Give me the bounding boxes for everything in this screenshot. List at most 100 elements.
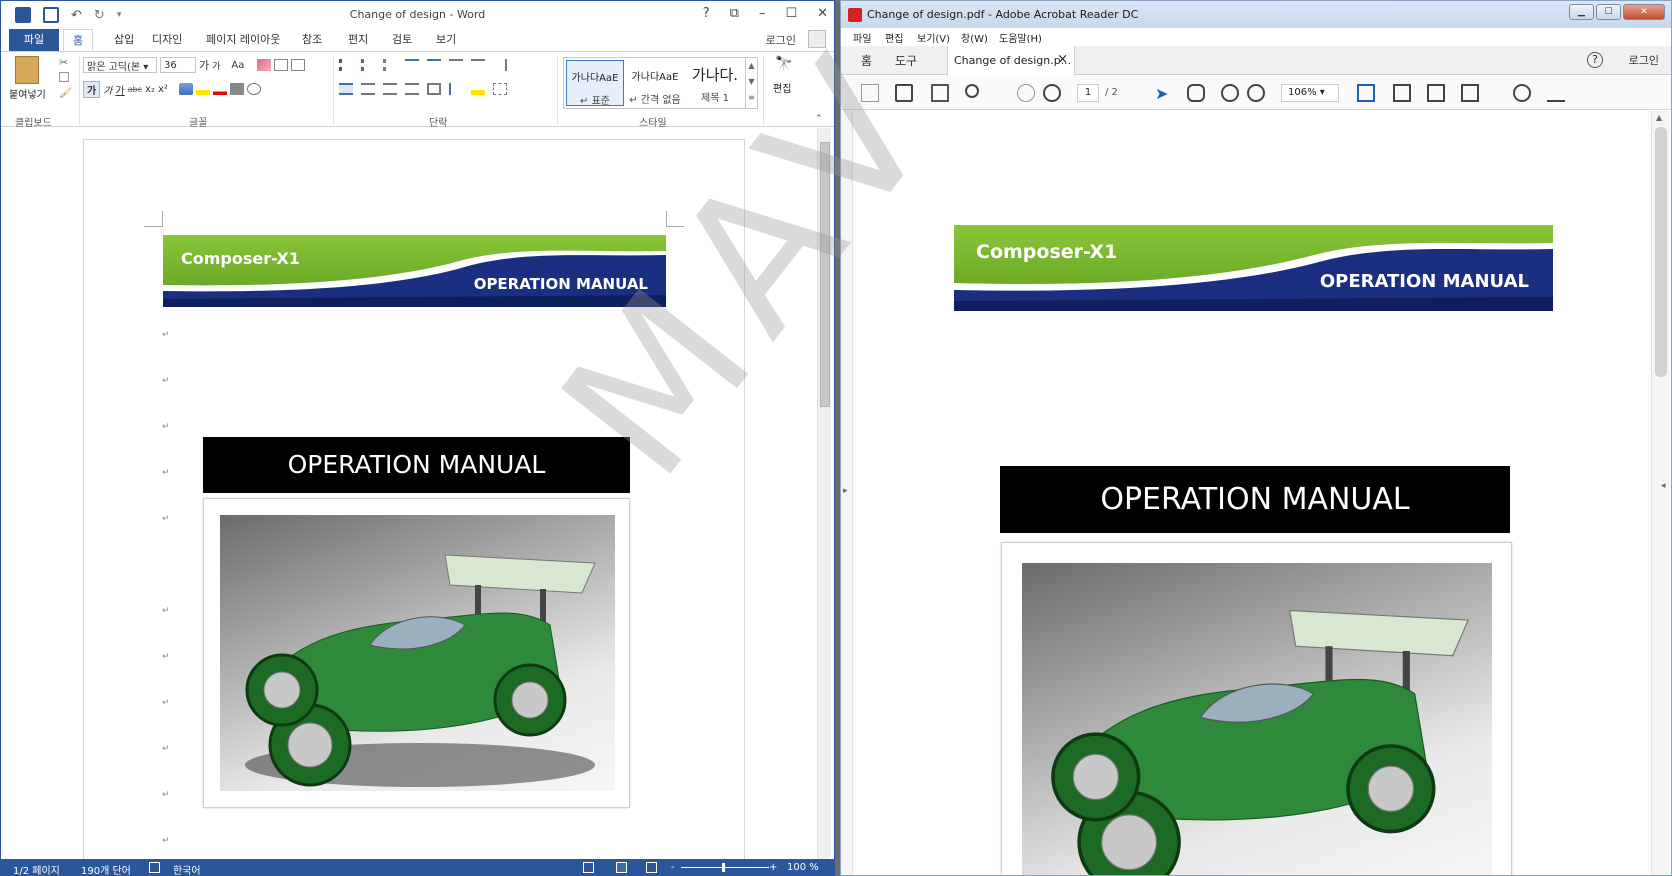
tab-file[interactable]: 파일 bbox=[9, 29, 59, 51]
shrink-font-button[interactable]: 가 bbox=[212, 59, 220, 72]
find-icon[interactable]: 🔭 bbox=[775, 56, 792, 72]
left-panel-toggle[interactable]: ▸ bbox=[841, 111, 853, 875]
minimize-button[interactable]: – bbox=[759, 6, 766, 21]
zoom-slider-thumb[interactable] bbox=[722, 863, 725, 872]
collapse-ribbon-icon[interactable]: ⌃ bbox=[815, 114, 823, 124]
style-heading-1[interactable]: 가나다. 제목 1 bbox=[686, 60, 744, 106]
enclose-char-icon[interactable] bbox=[246, 83, 261, 95]
close-button[interactable]: ✕ bbox=[817, 6, 828, 21]
tab-home[interactable]: 홈 bbox=[861, 52, 872, 69]
copy-icon[interactable] bbox=[59, 72, 69, 82]
bold-button[interactable]: 가 bbox=[83, 80, 101, 98]
change-case-button[interactable]: Aa bbox=[231, 60, 244, 71]
prev-page-icon[interactable] bbox=[1017, 84, 1035, 102]
line-spacing-icon[interactable] bbox=[449, 83, 463, 95]
superscript-button[interactable]: x² bbox=[158, 84, 168, 95]
font-name-combo[interactable]: 맑은 고딕(본 ▾ bbox=[83, 57, 157, 73]
search-icon[interactable] bbox=[965, 84, 979, 98]
word-count[interactable]: 190개 단어 bbox=[81, 862, 131, 875]
numbering-icon[interactable] bbox=[361, 59, 375, 71]
highlight-icon[interactable] bbox=[195, 83, 210, 95]
sign-icon[interactable] bbox=[1547, 84, 1565, 102]
italic-button[interactable]: 가 bbox=[103, 82, 112, 97]
fit-width-icon[interactable] bbox=[1393, 84, 1411, 102]
show-marks-icon[interactable] bbox=[493, 59, 507, 71]
read-mode-icon[interactable] bbox=[583, 862, 594, 873]
multilevel-list-icon[interactable] bbox=[383, 59, 397, 71]
text-effects-icon[interactable] bbox=[178, 83, 193, 95]
align-right-icon[interactable] bbox=[383, 83, 397, 95]
increase-indent-icon[interactable] bbox=[427, 59, 441, 71]
underline-button[interactable]: 가 bbox=[115, 82, 124, 97]
expand-left-panel-icon[interactable]: ▸ bbox=[843, 486, 848, 496]
decrease-indent-icon[interactable] bbox=[405, 59, 419, 71]
page-number-input[interactable]: 1 bbox=[1077, 84, 1099, 102]
close-button[interactable]: ✕ bbox=[1623, 4, 1665, 20]
tab-home[interactable]: 홈 bbox=[63, 29, 94, 51]
style-no-spacing[interactable]: 가나다AaE ↵ 간격 없음 bbox=[626, 60, 684, 106]
tab-review[interactable]: 검토 bbox=[383, 29, 421, 51]
grow-font-button[interactable]: 가 bbox=[199, 57, 209, 73]
minimize-button[interactable]: ▁ bbox=[1569, 4, 1594, 20]
paste-button[interactable]: 붙여넣기 bbox=[9, 86, 46, 101]
zoom-combo[interactable]: 106% ▾ bbox=[1281, 84, 1339, 102]
menu-file[interactable]: 파일 bbox=[853, 30, 871, 45]
vertical-scrollbar[interactable] bbox=[817, 128, 831, 859]
phonetic-guide-icon[interactable] bbox=[274, 59, 289, 71]
print-layout-icon[interactable] bbox=[616, 862, 627, 873]
zoom-in-icon[interactable] bbox=[1247, 84, 1265, 102]
subscript-button[interactable]: x₂ bbox=[145, 84, 155, 95]
tab-document[interactable]: Change of design.p... × bbox=[947, 46, 1075, 76]
sort-icon[interactable] bbox=[471, 59, 485, 71]
menu-view[interactable]: 보기(V) bbox=[917, 30, 950, 45]
avatar[interactable] bbox=[808, 30, 826, 48]
shading-icon[interactable] bbox=[471, 83, 485, 95]
car-picture-frame[interactable] bbox=[203, 498, 630, 808]
header-banner[interactable]: Composer-X1 OPERATION MANUAL bbox=[163, 235, 666, 307]
maximize-button[interactable]: ☐ bbox=[1596, 4, 1621, 20]
tab-design[interactable]: 디자인 bbox=[143, 29, 191, 51]
print-icon[interactable] bbox=[895, 84, 913, 102]
fit-page-icon[interactable] bbox=[1357, 84, 1375, 102]
scrollbar-thumb[interactable] bbox=[1655, 127, 1667, 377]
edit-button[interactable]: 편집 bbox=[773, 80, 791, 95]
hand-tool-icon[interactable] bbox=[1187, 84, 1205, 102]
web-layout-icon[interactable] bbox=[646, 862, 657, 873]
scroll-mode-icon[interactable] bbox=[1461, 84, 1479, 102]
zoom-slider[interactable] bbox=[681, 867, 769, 868]
operation-manual-title[interactable]: OPERATION MANUAL bbox=[203, 437, 630, 493]
format-painter-icon[interactable]: 🖌 bbox=[59, 88, 72, 99]
zoom-out-icon[interactable] bbox=[1221, 84, 1239, 102]
align-left-icon[interactable] bbox=[339, 83, 353, 95]
char-border-icon[interactable] bbox=[291, 59, 306, 71]
page-count[interactable]: 1/2 페이지 bbox=[13, 862, 60, 875]
justify-icon[interactable] bbox=[405, 83, 419, 95]
expand-right-panel-icon[interactable]: ◂ bbox=[1661, 481, 1666, 491]
save-icon[interactable] bbox=[861, 84, 879, 102]
zoom-out-button[interactable]: - bbox=[671, 862, 675, 873]
comment-icon[interactable] bbox=[1513, 84, 1531, 102]
proofing-icon[interactable] bbox=[149, 862, 160, 873]
strikethrough-button[interactable]: abc bbox=[128, 85, 142, 94]
menu-edit[interactable]: 편집 bbox=[885, 30, 903, 45]
tab-mailings[interactable]: 편지 bbox=[339, 29, 377, 51]
clear-format-icon[interactable] bbox=[257, 59, 272, 71]
login-link[interactable]: 로그인 bbox=[766, 32, 796, 48]
login-link[interactable]: 로그인 bbox=[1629, 52, 1659, 68]
tab-layout[interactable]: 페이지 레이아웃 bbox=[197, 29, 289, 51]
select-tool-icon[interactable]: ➤ bbox=[1155, 84, 1173, 103]
help-button[interactable]: ? bbox=[703, 6, 710, 21]
borders-icon[interactable] bbox=[493, 83, 507, 95]
paste-icon[interactable] bbox=[15, 56, 39, 84]
zoom-level[interactable]: 100 % bbox=[787, 862, 819, 873]
help-icon[interactable]: ? bbox=[1587, 52, 1603, 68]
fullscreen-icon[interactable] bbox=[1427, 84, 1445, 102]
zoom-in-button[interactable]: + bbox=[769, 862, 777, 873]
styles-scroll[interactable]: ▲ ▼ ≡ bbox=[745, 58, 757, 108]
ribbon-display-options-button[interactable]: ⧉ bbox=[730, 6, 739, 21]
scrollbar-thumb[interactable] bbox=[820, 142, 830, 407]
text-direction-icon[interactable] bbox=[449, 59, 463, 71]
tab-insert[interactable]: 삽입 bbox=[105, 29, 143, 51]
font-size-combo[interactable]: 36 bbox=[160, 57, 196, 73]
tab-close-icon[interactable]: × bbox=[1057, 52, 1068, 67]
